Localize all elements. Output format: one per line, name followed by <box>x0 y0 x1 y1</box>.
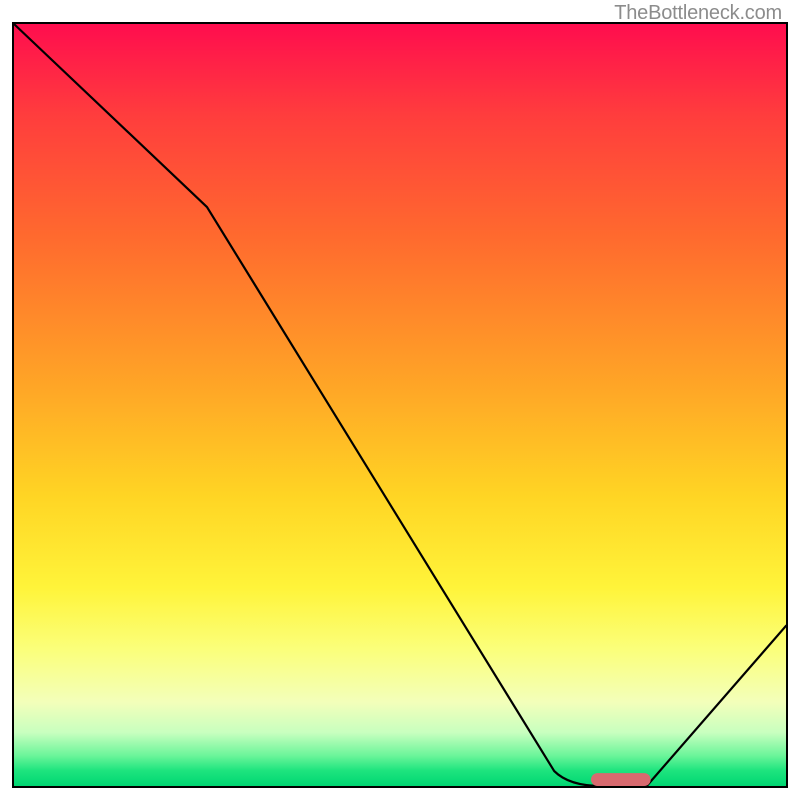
bottleneck-curve <box>14 24 786 786</box>
plot-area <box>12 22 788 788</box>
chart-container: TheBottleneck.com <box>0 0 800 800</box>
chart-overlay <box>14 24 786 786</box>
optimal-range-marker <box>591 773 651 786</box>
